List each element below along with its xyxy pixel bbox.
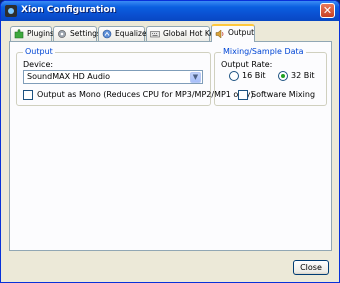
keyboard-icon [150, 31, 160, 38]
output-group-legend: Output [23, 47, 55, 56]
tab-equalizer[interactable]: Equalizer [98, 26, 150, 41]
app-icon [5, 5, 17, 17]
device-dropdown[interactable]: SoundMAX HD Audio ▼ [23, 70, 203, 84]
rate-32-bit-radio[interactable] [278, 71, 288, 81]
rate-16-bit-label: 16 Bit [242, 71, 266, 80]
rate-32-bit-label: 32 Bit [291, 71, 315, 80]
output-tab-panel: Output Device: SoundMAX HD Audio ▼ Outpu… [9, 41, 332, 251]
window-close-button[interactable]: ✕ [320, 3, 335, 18]
mixing-groupbox: Mixing/Sample Data Output Rate: 16 Bit 3… [214, 47, 327, 106]
puzzle-icon [14, 29, 24, 39]
tab-global-hot-keys[interactable]: Global Hot Keys [146, 26, 222, 41]
device-dropdown-value: SoundMAX HD Audio [27, 72, 111, 81]
tab-plugins[interactable]: Plugins [10, 26, 54, 41]
equalizer-icon [102, 29, 112, 39]
speaker-icon [215, 29, 224, 39]
tab-label-equalizer: Equalizer [115, 29, 150, 38]
config-window: Xion Configuration ✕ Plugins Settings Eq… [0, 0, 340, 283]
device-label: Device: [23, 60, 54, 69]
gear-icon [58, 30, 66, 38]
chevron-down-icon[interactable]: ▼ [190, 72, 201, 83]
software-mixing-label: Software Mixing [251, 90, 316, 99]
rate-16-bit-radio[interactable] [229, 71, 239, 81]
mixing-group-legend: Mixing/Sample Data [221, 47, 306, 56]
tab-label-settings: Settings [70, 29, 101, 38]
output-rate-label: Output Rate: [221, 60, 273, 69]
close-button[interactable]: Close [293, 260, 329, 275]
output-as-mono-checkbox[interactable] [23, 90, 33, 100]
tab-output[interactable]: Output [211, 24, 255, 42]
window-title: Xion Configuration [21, 5, 116, 15]
tab-label-output: Output [228, 28, 255, 37]
software-mixing-checkbox[interactable] [238, 90, 248, 100]
tab-settings[interactable]: Settings [53, 26, 101, 41]
output-groupbox: Output Device: SoundMAX HD Audio ▼ Outpu… [16, 47, 253, 106]
title-bar[interactable]: Xion Configuration ✕ [1, 1, 339, 21]
tab-label-plugins: Plugins [27, 29, 54, 38]
